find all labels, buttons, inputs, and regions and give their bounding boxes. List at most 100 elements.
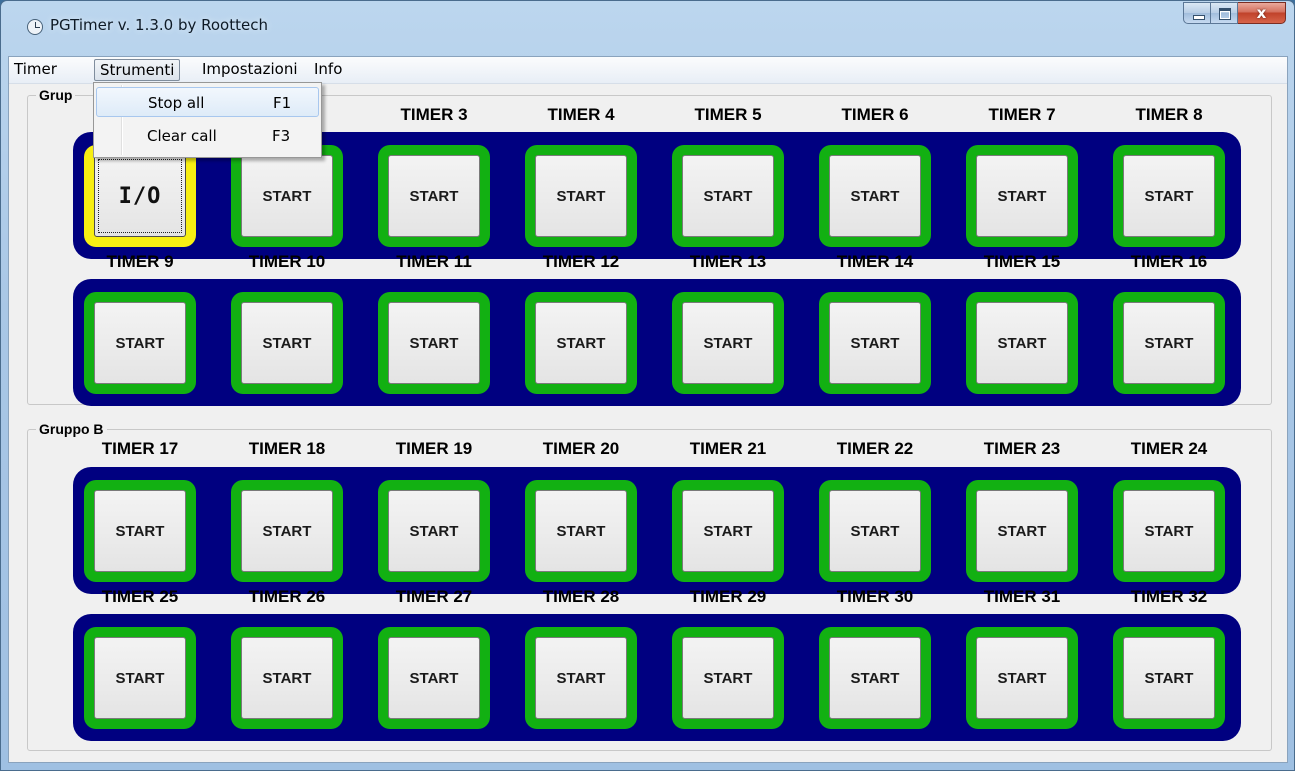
timer-button-face: START bbox=[241, 155, 333, 237]
timer-button-label: START bbox=[115, 669, 165, 687]
close-icon: x bbox=[1256, 4, 1267, 22]
timer-button-label: START bbox=[703, 669, 753, 687]
caption-buttons: x bbox=[1183, 2, 1286, 24]
timer-label: TIMER 23 bbox=[983, 439, 1061, 458]
timer-start-button[interactable]: START bbox=[1113, 480, 1225, 582]
timer-start-button[interactable]: START bbox=[378, 145, 490, 247]
group-a-label: Grup bbox=[36, 87, 76, 103]
timer-start-button[interactable]: START bbox=[525, 480, 637, 582]
timer-label: TIMER 20 bbox=[542, 439, 620, 458]
timer-button-face: START bbox=[682, 155, 774, 237]
timer-start-button[interactable]: START bbox=[966, 627, 1078, 729]
timer-start-button[interactable]: START bbox=[231, 627, 343, 729]
timer-button-label: START bbox=[262, 669, 312, 687]
timer-start-button[interactable]: START bbox=[378, 292, 490, 394]
timer-start-button[interactable]: START bbox=[672, 627, 784, 729]
timer-label: TIMER 13 bbox=[689, 252, 767, 271]
timer-start-button[interactable]: START bbox=[819, 145, 931, 247]
timer-button-face: START bbox=[535, 155, 627, 237]
window-title: PGTimer v. 1.3.0 by Roottech bbox=[50, 16, 268, 34]
timer-button-label: START bbox=[1144, 522, 1194, 540]
menu-item-stop-all[interactable]: Stop all F1 bbox=[96, 87, 319, 117]
timer-button-label: START bbox=[115, 522, 165, 540]
timer-label: TIMER 11 bbox=[396, 252, 472, 271]
timer-start-button[interactable]: START bbox=[966, 480, 1078, 582]
close-button[interactable]: x bbox=[1238, 2, 1286, 24]
timer-start-button[interactable]: START bbox=[1113, 145, 1225, 247]
timer-start-button[interactable]: START bbox=[672, 480, 784, 582]
timer-start-button[interactable]: START bbox=[525, 292, 637, 394]
title-bar[interactable]: PGTimer v. 1.3.0 by Roottech x bbox=[1, 1, 1294, 51]
menu-impostazioni[interactable]: Impostazioni bbox=[197, 59, 303, 81]
timer-start-button[interactable]: START bbox=[231, 145, 343, 247]
timer-button-label: START bbox=[703, 522, 753, 540]
timer-button-face: START bbox=[682, 490, 774, 572]
minimize-icon bbox=[1193, 15, 1205, 20]
timer-label: TIMER 30 bbox=[836, 587, 914, 606]
timer-start-button[interactable]: START bbox=[231, 480, 343, 582]
minimize-button[interactable] bbox=[1183, 2, 1211, 24]
menu-timer[interactable]: Timer bbox=[9, 59, 62, 81]
timer-start-button[interactable]: START bbox=[819, 480, 931, 582]
timer-start-button[interactable]: START bbox=[819, 292, 931, 394]
timer-start-button[interactable]: START bbox=[966, 292, 1078, 394]
timer-button-face: START bbox=[1123, 155, 1215, 237]
timer-start-button[interactable]: START bbox=[1113, 627, 1225, 729]
timer-start-button[interactable]: START bbox=[84, 480, 196, 582]
timer-start-button[interactable]: START bbox=[672, 145, 784, 247]
timer-label: TIMER 18 bbox=[248, 439, 326, 458]
timer-label: TIMER 9 bbox=[106, 252, 174, 271]
timer-button-face: START bbox=[1123, 302, 1215, 384]
timer-button-face: START bbox=[241, 637, 333, 719]
timer-start-button[interactable]: START bbox=[966, 145, 1078, 247]
timer-button-face: START bbox=[241, 490, 333, 572]
timer-button-face: START bbox=[682, 302, 774, 384]
timer-label: TIMER 21 bbox=[689, 439, 767, 458]
timer-button-label: START bbox=[409, 334, 459, 352]
timer-button-label: START bbox=[850, 334, 900, 352]
timer-start-button[interactable]: START bbox=[525, 627, 637, 729]
timer-button-face: START bbox=[94, 490, 186, 572]
timer-button-face: START bbox=[388, 637, 480, 719]
timer-start-button[interactable]: START bbox=[84, 292, 196, 394]
timer-start-button[interactable]: START bbox=[819, 627, 931, 729]
timer-label: TIMER 31 bbox=[983, 587, 1061, 606]
timer-toggle-button[interactable]: I/O bbox=[84, 145, 196, 247]
timer-label: TIMER 14 bbox=[836, 252, 914, 271]
group-b-label: Gruppo B bbox=[36, 421, 107, 437]
timer-button-label: START bbox=[850, 187, 900, 205]
timer-button-face: START bbox=[388, 490, 480, 572]
timer-label: TIMER 10 bbox=[248, 252, 326, 271]
timer-button-label: START bbox=[997, 334, 1047, 352]
timer-label: TIMER 26 bbox=[248, 587, 326, 606]
timer-button-label: START bbox=[556, 669, 606, 687]
menu-item-clear-call[interactable]: Clear call F3 bbox=[96, 121, 319, 151]
timer-start-button[interactable]: START bbox=[525, 145, 637, 247]
maximize-button[interactable] bbox=[1211, 2, 1238, 24]
timer-label: TIMER 5 bbox=[694, 105, 762, 124]
focus-rect bbox=[98, 159, 182, 233]
timer-start-button[interactable]: START bbox=[231, 292, 343, 394]
timer-label: TIMER 4 bbox=[547, 105, 615, 124]
menu-bar: Timer Strumenti Impostazioni Info bbox=[9, 57, 1287, 84]
timer-start-button[interactable]: START bbox=[1113, 292, 1225, 394]
timer-button-label: START bbox=[556, 522, 606, 540]
timer-button-face: START bbox=[976, 490, 1068, 572]
timer-button-face: START bbox=[94, 637, 186, 719]
timer-button-face: START bbox=[535, 302, 627, 384]
timer-start-button[interactable]: START bbox=[378, 480, 490, 582]
timer-start-button[interactable]: START bbox=[84, 627, 196, 729]
timer-button-face: START bbox=[388, 302, 480, 384]
timer-button-label: START bbox=[703, 334, 753, 352]
stop-all-shortcut: F1 bbox=[273, 94, 292, 112]
menu-info[interactable]: Info bbox=[309, 59, 347, 81]
timer-start-button[interactable]: START bbox=[672, 292, 784, 394]
timer-button-face: START bbox=[829, 155, 921, 237]
timer-button-face: START bbox=[241, 302, 333, 384]
timer-button-label: START bbox=[850, 669, 900, 687]
timer-label: TIMER 32 bbox=[1130, 587, 1208, 606]
timer-start-button[interactable]: START bbox=[378, 627, 490, 729]
timer-button-face: START bbox=[682, 637, 774, 719]
menu-strumenti[interactable]: Strumenti bbox=[94, 59, 181, 81]
timer-button-face: START bbox=[94, 302, 186, 384]
